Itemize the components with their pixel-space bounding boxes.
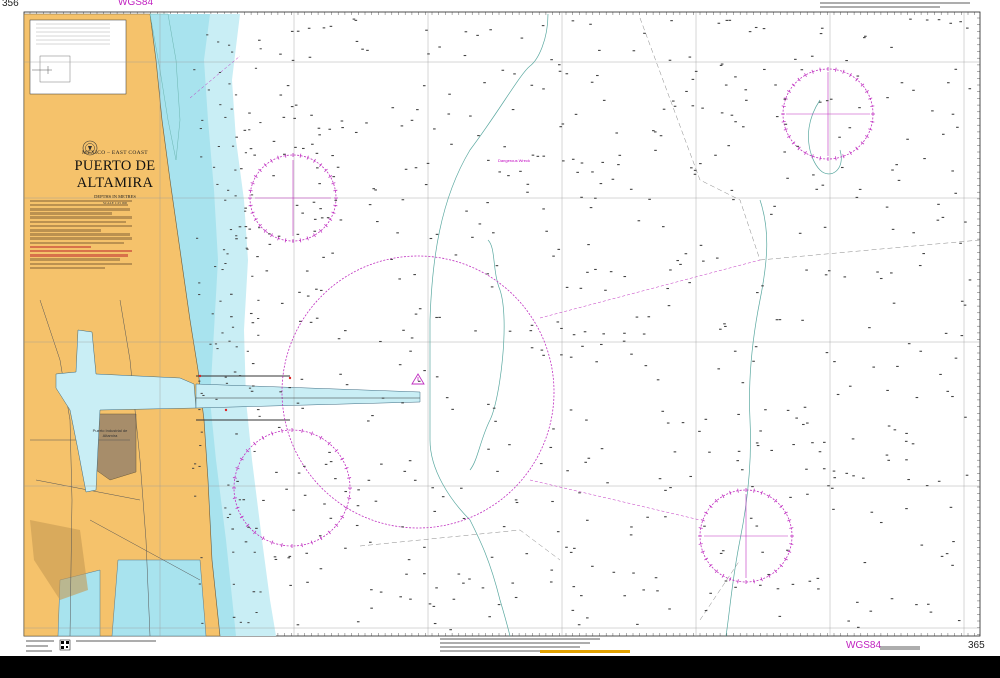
chart-canvas — [0, 0, 1000, 656]
dangerous-wreck-label: Dangerous Wreck — [498, 158, 530, 163]
nautical-chart: 356 WGS84 WGS84 365 MEXICO – EAST COAST … — [0, 0, 1000, 656]
chart-title-block: MEXICO – EAST COAST PUERTO DE ALTAMIRA D… — [40, 150, 190, 205]
footer-bar — [0, 656, 1000, 678]
inset-box — [29, 19, 127, 95]
chart-subtitle: MEXICO – EAST COAST — [82, 150, 148, 156]
chart-title: PUERTO DE ALTAMIRA — [74, 158, 156, 191]
qr-code-icon — [59, 639, 71, 651]
chart-number-bottom: 365 — [968, 640, 985, 651]
chart-number-top: 356 — [2, 0, 19, 9]
datum-label-bottom: WGS84 — [846, 640, 882, 651]
industrial-port-label: Puerto Industrial de Altamira — [92, 428, 128, 438]
chart-notes — [30, 198, 132, 271]
datum-label-top: WGS84 — [118, 0, 154, 8]
